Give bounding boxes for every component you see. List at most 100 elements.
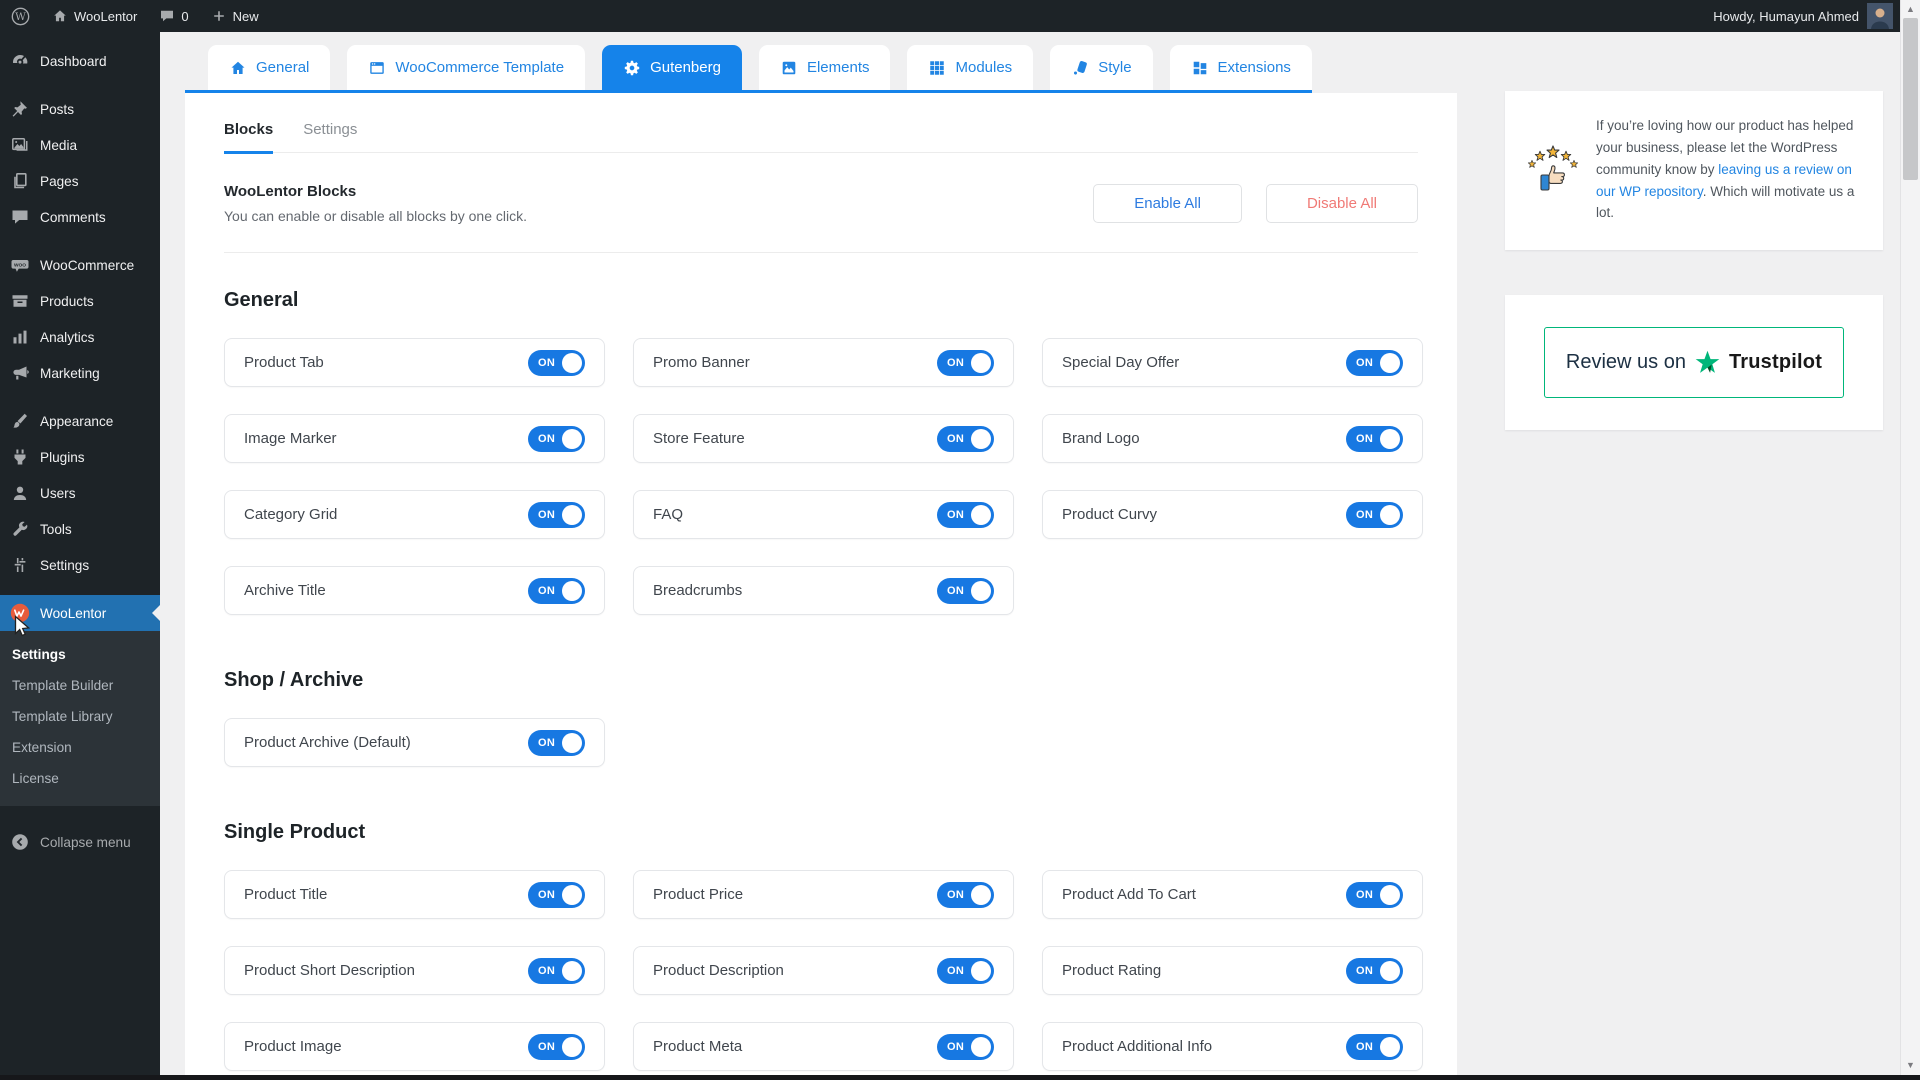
sidebar-item-tools[interactable]: Tools — [0, 511, 160, 547]
toggle-product-image[interactable]: ON — [528, 1034, 585, 1060]
submenu-item-template-library[interactable]: Template Library — [0, 701, 160, 732]
toggle-special-day-offer[interactable]: ON — [1346, 350, 1403, 376]
toggle-product-title[interactable]: ON — [528, 882, 585, 908]
toggle-product-short-description[interactable]: ON — [528, 958, 585, 984]
toggle-product-archive-default[interactable]: ON — [528, 730, 585, 756]
toggle-product-additional-info[interactable]: ON — [1346, 1034, 1403, 1060]
comments-count: 0 — [181, 9, 188, 24]
subtab-settings[interactable]: Settings — [303, 121, 357, 152]
settings-tabs: General WooCommerce Template Gutenberg Elem… — [185, 45, 1312, 93]
enable-all-button[interactable]: Enable All — [1093, 184, 1242, 223]
sidebar-item-media[interactable]: Media — [0, 127, 160, 163]
sidebar-item-pages[interactable]: Pages — [0, 163, 160, 199]
sidebar-item-dashboard[interactable]: Dashboard — [0, 43, 160, 79]
blocks-header-text: WooLentor Blocks You can enable or disab… — [224, 183, 527, 224]
sidebar-item-marketing[interactable]: Marketing — [0, 355, 160, 391]
sidebar-item-label: Tools — [40, 522, 72, 537]
site-menu[interactable]: WooLentor — [41, 0, 148, 32]
comment-icon — [10, 207, 30, 227]
toggle-brand-logo[interactable]: ON — [1346, 426, 1403, 452]
tab-general[interactable]: General — [208, 45, 330, 90]
toggle-archive-title[interactable]: ON — [528, 578, 585, 604]
toggle-product-tab[interactable]: ON — [528, 350, 585, 376]
review-notice-text: If you’re loving how our product has hel… — [1596, 115, 1859, 224]
blocks-header-buttons: Enable All Disable All — [1093, 184, 1418, 223]
new-label: New — [233, 9, 259, 24]
block-label: Breadcrumbs — [653, 582, 742, 599]
scrollbar-thumb[interactable] — [1903, 18, 1918, 180]
page-scrollbar[interactable]: ▲ ▼ — [1900, 0, 1920, 1080]
submenu-item-extension[interactable]: Extension — [0, 732, 160, 763]
tab-style[interactable]: Style — [1050, 45, 1152, 90]
block-label: Product Price — [653, 886, 743, 903]
toggle-breadcrumbs[interactable]: ON — [937, 578, 994, 604]
toggle-product-curvy[interactable]: ON — [1346, 502, 1403, 528]
submenu-item-template-builder[interactable]: Template Builder — [0, 670, 160, 701]
new-content-menu[interactable]: New — [200, 0, 270, 32]
avatar[interactable] — [1867, 3, 1893, 29]
trustpilot-star-icon — [1694, 349, 1721, 376]
sidebar-item-products[interactable]: Products — [0, 283, 160, 319]
sidebar-item-comments[interactable]: Comments — [0, 199, 160, 235]
block-label: Promo Banner — [653, 354, 750, 371]
toggle-product-meta[interactable]: ON — [937, 1034, 994, 1060]
comments-menu[interactable]: 0 — [148, 0, 199, 32]
toggle-knob — [1380, 1037, 1400, 1057]
disable-all-button[interactable]: Disable All — [1266, 184, 1418, 223]
submenu-item-settings[interactable]: Settings — [0, 639, 160, 670]
tab-elements[interactable]: Elements — [759, 45, 891, 90]
sidebar-item-plugins[interactable]: Plugins — [0, 439, 160, 475]
toggle-product-description[interactable]: ON — [937, 958, 994, 984]
toggle-product-price[interactable]: ON — [937, 882, 994, 908]
pushpin-icon — [10, 99, 30, 119]
section-general: GeneralProduct TabONPromo BannerONSpecia… — [224, 289, 1418, 615]
toggle-knob — [971, 505, 991, 525]
pages-icon — [10, 171, 30, 191]
sidebar-item-appearance[interactable]: Appearance — [0, 403, 160, 439]
sidebar-item-analytics[interactable]: Analytics — [0, 319, 160, 355]
block-label: Product Meta — [653, 1038, 742, 1055]
toggle-faq[interactable]: ON — [937, 502, 994, 528]
toggle-knob — [971, 1037, 991, 1057]
sidebar-item-label: Analytics — [40, 330, 94, 345]
wordpress-logo-menu[interactable]: W — [0, 0, 41, 32]
sidebar-item-users[interactable]: Users — [0, 475, 160, 511]
scrollbar-down-arrow[interactable]: ▼ — [1901, 1057, 1920, 1073]
howdy-text[interactable]: Howdy, Humayun Ahmed — [1713, 9, 1859, 24]
sidebar-item-woocommerce[interactable]: WOOWooCommerce — [0, 247, 160, 283]
toggle-store-feature[interactable]: ON — [937, 426, 994, 452]
toggle-category-grid[interactable]: ON — [528, 502, 585, 528]
toggle-state-label: ON — [947, 889, 964, 901]
block-card-promo-banner: Promo Banner ON — [633, 338, 1014, 387]
tab-extensions[interactable]: Extensions — [1170, 45, 1312, 90]
toggle-knob — [562, 885, 582, 905]
subtab-blocks[interactable]: Blocks — [224, 121, 273, 154]
block-card-breadcrumbs: Breadcrumbs ON — [633, 566, 1014, 615]
toggle-knob — [971, 961, 991, 981]
toggle-product-add-to-cart[interactable]: ON — [1346, 882, 1403, 908]
toggle-state-label: ON — [1356, 889, 1373, 901]
sidebar-item-posts[interactable]: Posts — [0, 91, 160, 127]
gear-icon — [623, 59, 641, 77]
toggle-state-label: ON — [1356, 433, 1373, 445]
sidebar-item-woolentor[interactable]: WooLentor — [0, 595, 160, 631]
toggle-state-label: ON — [947, 965, 964, 977]
toggle-image-marker[interactable]: ON — [528, 426, 585, 452]
sliders-icon — [10, 555, 30, 575]
submenu-item-license[interactable]: License — [0, 763, 160, 794]
current-item-arrow — [144, 605, 160, 621]
block-label: Product Archive (Default) — [244, 734, 411, 751]
toggle-promo-banner[interactable]: ON — [937, 350, 994, 376]
tab-gutenberg[interactable]: Gutenberg — [602, 45, 742, 90]
sidebar-item-label: WooLentor — [40, 606, 106, 621]
block-card-product-add-to-cart: Product Add To CartON — [1042, 870, 1423, 919]
trustpilot-review-button[interactable]: Review us on Trustpilot — [1544, 327, 1844, 398]
collapse-menu-button[interactable]: Collapse menu — [0, 822, 160, 862]
tab-modules[interactable]: Modules — [907, 45, 1033, 90]
toggle-product-rating[interactable]: ON — [1346, 958, 1403, 984]
scrollbar-up-arrow[interactable]: ▲ — [1901, 1, 1920, 17]
sidebar-item-settings[interactable]: Settings — [0, 547, 160, 583]
tab-woocommerce-template[interactable]: WooCommerce Template — [347, 45, 585, 90]
sidebar-item-label: Comments — [40, 210, 106, 225]
section-shop-archive: Shop / ArchiveProduct Archive (Default)O… — [224, 669, 1418, 767]
